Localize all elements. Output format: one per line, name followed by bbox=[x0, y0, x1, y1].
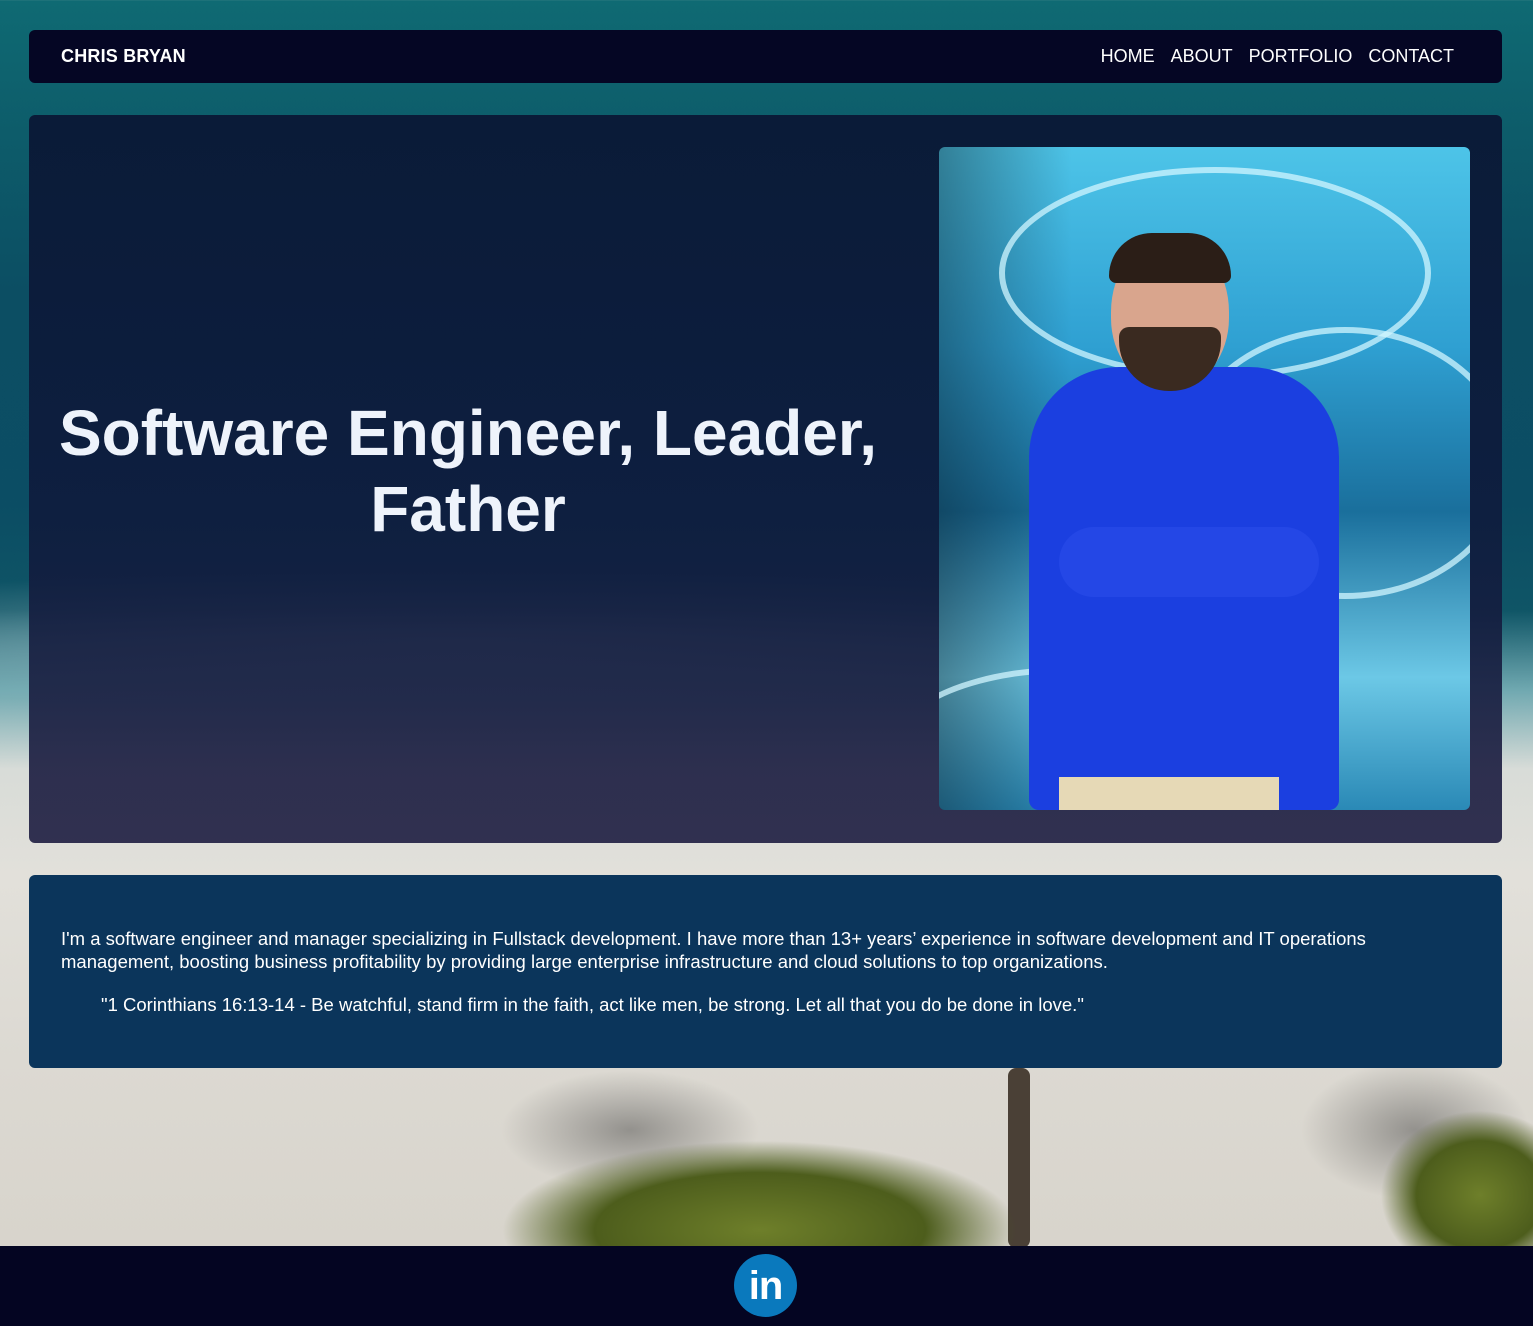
nav-link-portfolio[interactable]: PORTFOLIO bbox=[1249, 46, 1353, 67]
nav-links: HOME ABOUT PORTFOLIO CONTACT bbox=[1101, 46, 1454, 67]
person-arms bbox=[1059, 527, 1319, 597]
hero-title: Software Engineer, Leader, Father bbox=[58, 397, 878, 545]
nav-link-home[interactable]: HOME bbox=[1101, 46, 1155, 67]
top-navbar: CHRIS BRYAN HOME ABOUT PORTFOLIO CONTACT bbox=[29, 30, 1502, 83]
linkedin-glyph: in bbox=[748, 1263, 784, 1308]
bible-quote: "1 Corinthians 16:13-14 - Be watchful, s… bbox=[101, 994, 1084, 1015]
footer: in bbox=[0, 1246, 1533, 1326]
linkedin-icon[interactable]: in bbox=[734, 1254, 797, 1317]
hero-section: Software Engineer, Leader, Father bbox=[29, 115, 1502, 843]
about-section: I'm a software engineer and manager spec… bbox=[29, 875, 1502, 1068]
about-text: I'm a software engineer and manager spec… bbox=[61, 928, 1366, 972]
person-pants bbox=[1059, 777, 1279, 810]
profile-photo bbox=[939, 147, 1470, 810]
nav-link-about[interactable]: ABOUT bbox=[1171, 46, 1233, 67]
nav-link-contact[interactable]: CONTACT bbox=[1368, 46, 1454, 67]
brand-link[interactable]: CHRIS BRYAN bbox=[61, 46, 186, 67]
person-hair bbox=[1109, 233, 1231, 283]
